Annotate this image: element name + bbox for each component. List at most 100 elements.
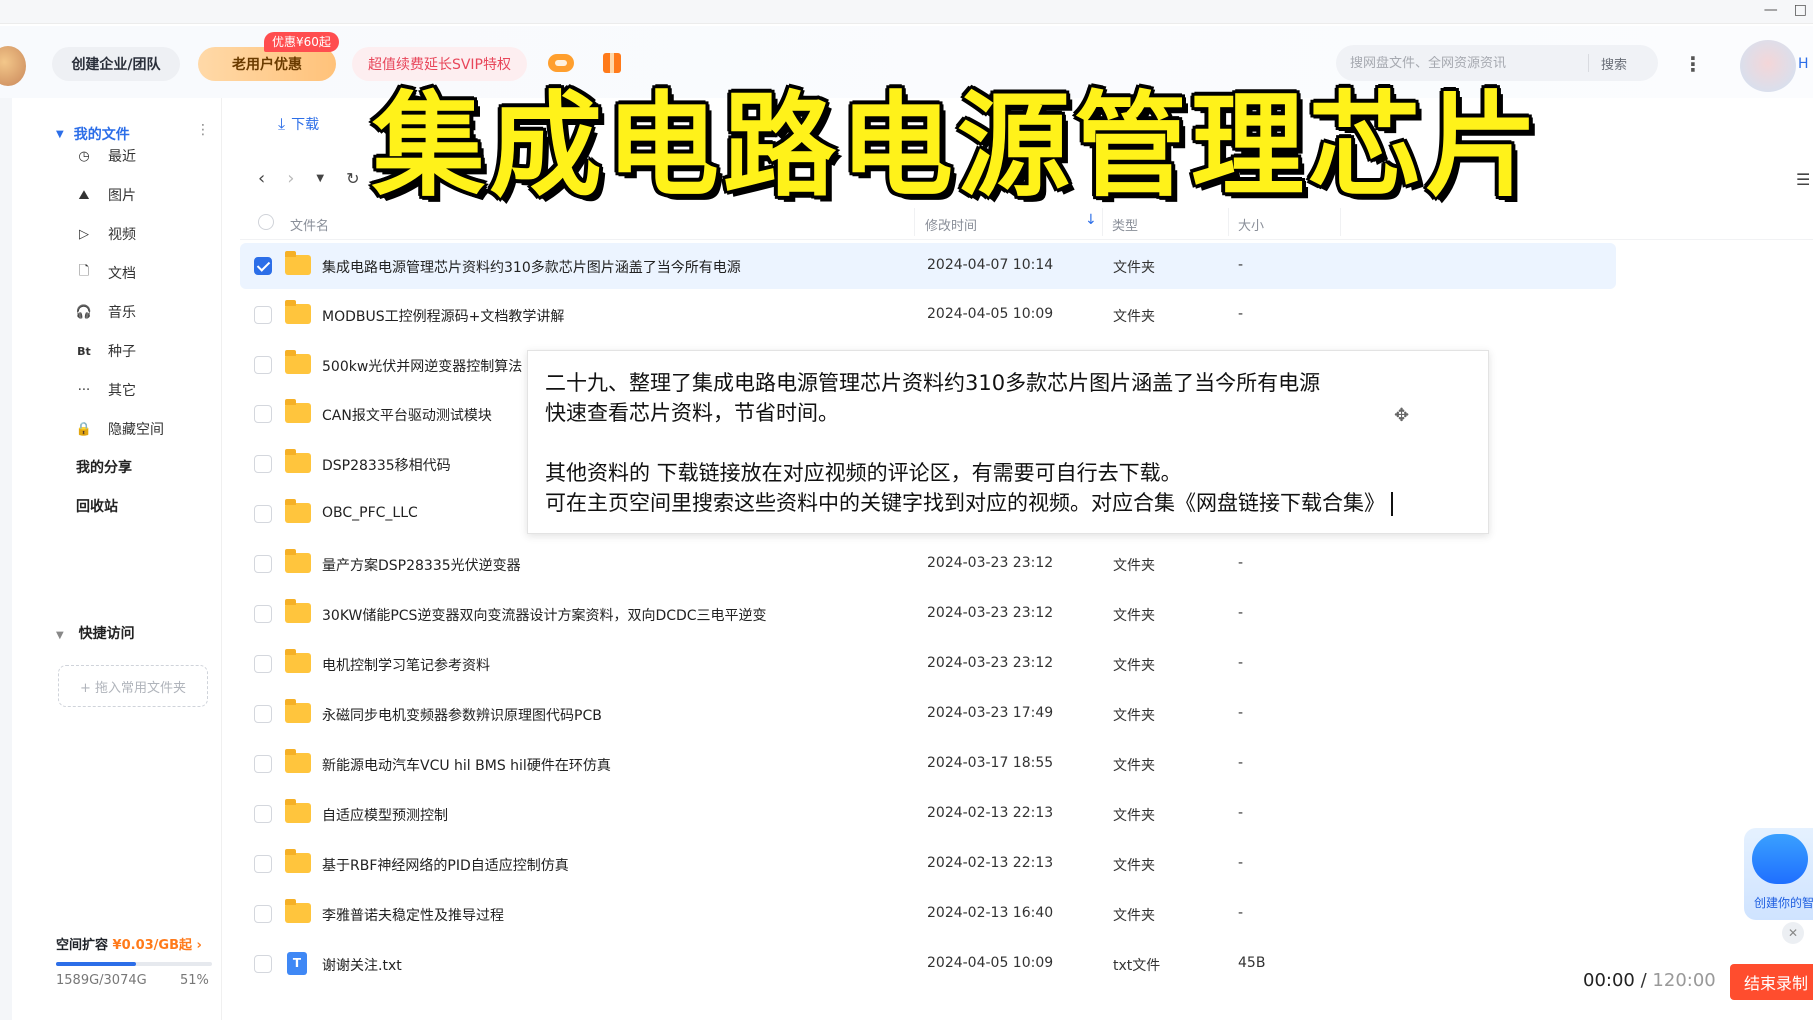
more-menu-icon[interactable]: ⋮: [1683, 54, 1703, 74]
create-team-button[interactable]: 创建企业/团队: [52, 47, 180, 81]
avatar[interactable]: [1740, 40, 1796, 92]
sidebar-item-documents[interactable]: 🗋 文档: [76, 263, 136, 283]
row-checkbox[interactable]: [254, 605, 272, 623]
table-row[interactable]: 李雅普诺夫稳定性及推导过程 2024-02-13 16:40 文件夹 -: [240, 891, 1616, 937]
my-files-header[interactable]: ▼ 我的文件: [56, 124, 130, 144]
header-name[interactable]: 文件名: [290, 215, 329, 234]
ai-assistant-widget[interactable]: 创建你的智: [1744, 828, 1813, 920]
row-checkbox[interactable]: [254, 505, 272, 523]
file-name[interactable]: 基于RBF神经网络的PID自适应控制仿真: [322, 855, 569, 875]
my-files-label: 我的文件: [73, 127, 130, 143]
row-checkbox[interactable]: [254, 306, 272, 324]
row-checkbox[interactable]: [254, 755, 272, 773]
select-all-checkbox[interactable]: [258, 214, 274, 230]
sidebar-item-recycle-bin[interactable]: 回收站: [76, 496, 118, 516]
refresh-icon[interactable]: ↻: [346, 169, 359, 188]
sidebar-item-torrents[interactable]: Bt 种子: [76, 341, 136, 361]
file-name[interactable]: 谢谢关注.txt: [322, 955, 402, 975]
video-icon: ▷: [79, 226, 89, 242]
annotation-text-box[interactable]: 二十九、整理了集成电路电源管理芯片资料约310多款芯片图片涵盖了当今所有电源 快…: [527, 350, 1489, 534]
svip-renew-button[interactable]: 超值续费延长SVIP特权: [352, 47, 527, 81]
row-checkbox[interactable]: [254, 555, 272, 573]
file-name[interactable]: 量产方案DSP28335光伏逆变器: [322, 555, 521, 575]
row-checkbox[interactable]: [254, 257, 272, 275]
quick-access-header[interactable]: ▼ 快捷访问: [56, 623, 135, 643]
header-modified[interactable]: 修改时间: [925, 215, 977, 234]
column-divider: [1340, 208, 1341, 236]
history-dropdown-icon[interactable]: ▼: [316, 173, 324, 184]
folder-icon: [285, 251, 311, 275]
file-name[interactable]: MODBUS工控例程源码+文档教学讲解: [322, 306, 564, 326]
file-type: 文件夹: [1113, 608, 1155, 624]
table-row[interactable]: MODBUS工控例程源码+文档教学讲解 2024-04-05 10:09 文件夹…: [240, 292, 1616, 338]
sidebar-item-label: 音乐: [108, 305, 136, 321]
file-name[interactable]: 集成电路电源管理芯片资料约310多款芯片图片涵盖了当今所有电源: [322, 257, 741, 277]
forward-icon[interactable]: ›: [287, 168, 294, 189]
sidebar-item-music[interactable]: 🎧 音乐: [76, 302, 136, 322]
folder-icon: [285, 599, 311, 623]
row-checkbox[interactable]: [254, 655, 272, 673]
my-files-menu-icon[interactable]: ⋮: [196, 122, 210, 138]
old-user-offer-button[interactable]: 老用户优惠: [198, 47, 336, 81]
note-line-1: 二十九、整理了集成电路电源管理芯片资料约310多款芯片图片涵盖了当今所有电源: [545, 371, 1321, 395]
sidebar-item-recent[interactable]: ◷ 最近: [76, 146, 136, 166]
sidebar-item-images[interactable]: ⛰ 图片: [76, 185, 136, 205]
search-box: 搜索: [1336, 45, 1658, 81]
file-name[interactable]: 30KW储能PCS逆变器双向变流器设计方案资料，双向DCDC三电平逆变: [322, 605, 767, 625]
file-name[interactable]: 永磁同步电机变频器参数辨识原理图代码PCB: [322, 705, 602, 725]
search-input[interactable]: [1342, 55, 1588, 71]
row-checkbox[interactable]: [254, 356, 272, 374]
header-type[interactable]: 类型: [1112, 215, 1138, 234]
table-row[interactable]: 新能源电动汽车VCU hil BMS hil硬件在环仿真 2024-03-17 …: [240, 741, 1616, 787]
file-name[interactable]: OBC_PFC_LLC: [322, 505, 418, 521]
sidebar-item-my-share[interactable]: 我的分享: [76, 457, 132, 477]
sidebar-item-other[interactable]: ··· 其它: [76, 380, 136, 400]
file-name[interactable]: 自适应模型预测控制: [322, 805, 448, 825]
sidebar-item-label: 视频: [108, 227, 136, 243]
file-size: -: [1238, 555, 1244, 571]
table-row[interactable]: 30KW储能PCS逆变器双向变流器设计方案资料，双向DCDC三电平逆变 2024…: [240, 591, 1616, 637]
sidebar-item-label: 种子: [108, 344, 136, 360]
row-checkbox[interactable]: [254, 805, 272, 823]
sort-descending-icon[interactable]: ↓: [1085, 212, 1097, 228]
search-button[interactable]: 搜索: [1601, 54, 1627, 73]
table-row[interactable]: 集成电路电源管理芯片资料约310多款芯片图片涵盖了当今所有电源 2024-04-…: [240, 243, 1616, 289]
table-row[interactable]: 永磁同步电机变频器参数辨识原理图代码PCB 2024-03-23 17:49 文…: [240, 691, 1616, 737]
row-checkbox[interactable]: [254, 905, 272, 923]
file-name[interactable]: 新能源电动汽车VCU hil BMS hil硬件在环仿真: [322, 755, 611, 775]
game-icon[interactable]: [548, 54, 574, 72]
file-name[interactable]: 电机控制学习笔记参考资料: [322, 655, 490, 675]
folder-icon: [285, 899, 311, 923]
timer-elapsed: 00:00: [1583, 970, 1635, 991]
table-row[interactable]: 量产方案DSP28335光伏逆变器 2024-03-23 23:12 文件夹 -: [240, 541, 1616, 587]
header-size[interactable]: 大小: [1238, 215, 1264, 234]
file-name[interactable]: 李雅普诺夫稳定性及推导过程: [322, 905, 504, 925]
maximize-button[interactable]: □: [1794, 2, 1807, 18]
table-row[interactable]: 基于RBF神经网络的PID自适应控制仿真 2024-02-13 22:13 文件…: [240, 841, 1616, 887]
row-checkbox[interactable]: [254, 455, 272, 473]
back-icon[interactable]: ‹: [258, 168, 265, 189]
sidebar-item-videos[interactable]: ▷ 视频: [76, 224, 136, 244]
minimize-button[interactable]: —: [1764, 2, 1778, 18]
move-handle-icon[interactable]: ✥: [1394, 405, 1409, 426]
list-view-icon[interactable]: ☰: [1796, 170, 1810, 189]
file-name[interactable]: DSP28335移相代码: [322, 455, 451, 475]
row-checkbox[interactable]: [254, 405, 272, 423]
sidebar-item-hidden-space[interactable]: 🔒 隐藏空间: [76, 419, 164, 439]
gift-icon[interactable]: [603, 53, 621, 73]
close-icon[interactable]: ✕: [1782, 922, 1804, 944]
table-row[interactable]: 电机控制学习笔记参考资料 2024-03-23 23:12 文件夹 -: [240, 641, 1616, 687]
table-row[interactable]: 自适应模型预测控制 2024-02-13 22:13 文件夹 -: [240, 791, 1616, 837]
file-name[interactable]: CAN报文平台驱动测试模块: [322, 405, 492, 425]
file-name[interactable]: 500kw光伏并网逆变器控制算法: [322, 356, 522, 376]
row-checkbox[interactable]: [254, 705, 272, 723]
download-button[interactable]: ⤓ 下载: [278, 114, 319, 134]
space-expand-label: 空间扩容: [56, 938, 109, 953]
quick-access-drop-zone[interactable]: + 拖入常用文件夹: [58, 665, 208, 707]
table-row[interactable]: T 谢谢关注.txt 2024-04-05 10:09 txt文件 45B: [240, 941, 1616, 987]
row-checkbox[interactable]: [254, 955, 272, 973]
end-recording-button[interactable]: 结束录制: [1730, 964, 1813, 1000]
folder-icon: [285, 849, 311, 873]
space-expand-link[interactable]: 空间扩容 ¥0.03/GB起 ›: [56, 934, 202, 953]
row-checkbox[interactable]: [254, 855, 272, 873]
